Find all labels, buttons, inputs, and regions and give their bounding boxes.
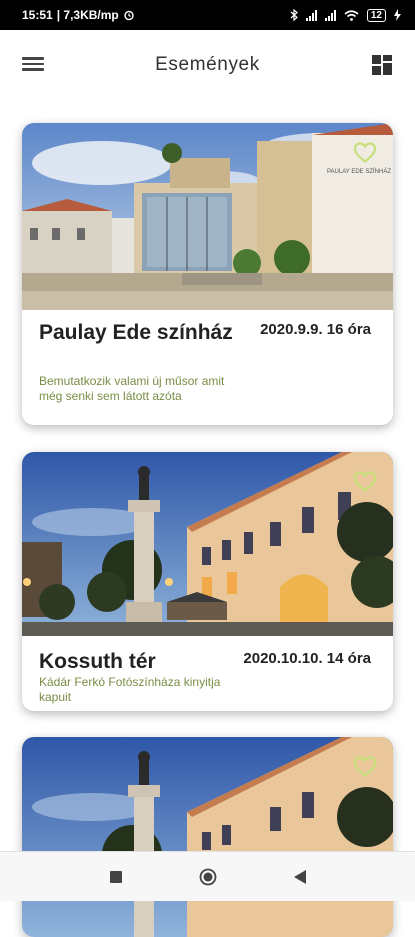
- status-left: 15:51 | 7,3KB/mp: [22, 8, 135, 22]
- event-card[interactable]: Kossuth tér 2020.10.10. 14 óra Kádár Fer…: [22, 452, 393, 711]
- hamburger-menu-icon[interactable]: [22, 54, 44, 76]
- event-card[interactable]: PAULAY EDE SZÍNHÁZ Paulay Ede színház 20…: [22, 123, 393, 425]
- bluetooth-icon: [290, 9, 298, 21]
- charging-icon: [394, 9, 401, 21]
- system-nav-bar: [0, 851, 415, 901]
- status-bar: 15:51 | 7,3KB/mp 12: [0, 0, 415, 30]
- app-bar: Események: [0, 30, 415, 100]
- event-date: 2020.10.10. 14 óra: [243, 650, 371, 667]
- status-right: 12: [290, 8, 401, 22]
- event-photo: [22, 452, 393, 636]
- event-photo: PAULAY EDE SZÍNHÁZ: [22, 123, 393, 310]
- page-title: Események: [155, 54, 260, 75]
- event-description: Bemutatkozik valami új műsor amit még se…: [39, 374, 225, 403]
- heart-icon[interactable]: [353, 141, 377, 163]
- event-name: Kossuth tér: [39, 650, 156, 673]
- building-sign-text: PAULAY EDE SZÍNHÁZ: [327, 168, 391, 175]
- heart-icon[interactable]: [353, 755, 377, 777]
- signal-icon-2: [324, 9, 336, 21]
- event-date: 2020.9.9. 16 óra: [260, 321, 371, 338]
- event-photo: [22, 737, 393, 937]
- event-name: Paulay Ede színház: [39, 321, 233, 344]
- network-speed: | 7,3KB/mp: [56, 8, 119, 22]
- heart-icon[interactable]: [353, 470, 377, 492]
- status-time: 15:51: [22, 8, 53, 22]
- triangle-back-icon[interactable]: [290, 867, 310, 887]
- wifi-icon: [344, 9, 359, 21]
- event-card[interactable]: [22, 737, 393, 937]
- square-recents-icon[interactable]: [106, 867, 126, 887]
- battery-icon: 12: [366, 8, 386, 22]
- circle-home-icon[interactable]: [198, 867, 218, 887]
- signal-icon-1: [305, 9, 317, 21]
- event-description: Kádár Ferkó Fotószínháza kinyitja kapuit: [39, 675, 221, 704]
- alarm-icon: [124, 10, 134, 21]
- grid-layout-icon[interactable]: [371, 54, 393, 76]
